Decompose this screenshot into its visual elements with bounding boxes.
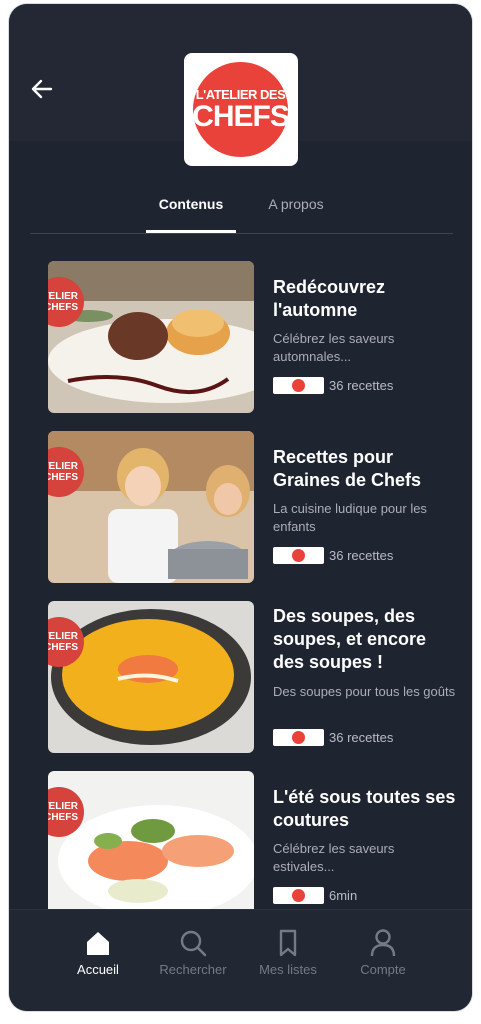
collection-image: ATELIER CHEFS xyxy=(48,771,254,914)
brand-mini-logo xyxy=(273,376,324,394)
collection-list: ATELIER CHEFS Redécouvrez l'automne Célé… xyxy=(9,259,472,914)
user-icon xyxy=(370,929,396,957)
recipe-count: 36 recettes xyxy=(329,377,394,393)
nav-compte[interactable]: Compte xyxy=(335,928,431,977)
nav-rechercher[interactable]: Rechercher xyxy=(145,928,241,977)
collection-image: ATELIER CHEFS xyxy=(48,431,254,583)
brand-logo-card: L'ATELIER DES CHEFS xyxy=(184,53,298,166)
tab-a-propos[interactable]: A propos xyxy=(256,190,336,233)
bookmark-icon xyxy=(279,929,297,957)
brand-logo-line2: CHEFS xyxy=(192,99,290,133)
back-button[interactable] xyxy=(29,76,55,102)
collection-card[interactable]: ATELIER CHEFS L'été sous toutes ses cout… xyxy=(48,771,458,914)
nav-mes-listes[interactable]: Mes listes xyxy=(240,928,336,977)
bottom-navigation: Accueil Rechercher Mes listes Compte xyxy=(9,909,472,1011)
collection-meta: 36 recettes xyxy=(273,546,393,564)
collection-meta: 36 recettes xyxy=(273,728,393,746)
brand-mini-logo xyxy=(273,886,324,904)
tab-contenus[interactable]: Contenus xyxy=(146,190,236,233)
collection-description: Des soupes pour tous les goûts xyxy=(273,684,456,699)
collection-title: Redécouvrez l'automne xyxy=(273,277,386,320)
collection-meta: 36 recettes xyxy=(273,376,393,394)
duration: 6min xyxy=(329,887,358,903)
recipe-count: 36 recettes xyxy=(329,729,394,745)
collection-description: Célébrez les saveurs estivales... xyxy=(273,841,395,874)
collection-description: Célébrez les saveurs automnales... xyxy=(273,331,395,364)
collection-card[interactable]: ATELIER CHEFS Des soupes, des soupes, et… xyxy=(48,601,458,753)
recipe-count: 36 recettes xyxy=(329,547,394,563)
brand-mini-logo xyxy=(273,728,324,746)
app-screen: L'ATELIER DES CHEFS Contenus A propos EL… xyxy=(9,4,472,1011)
collection-title: Des soupes, des soupes, et encore des so… xyxy=(273,606,427,672)
nav-accueil[interactable]: Accueil xyxy=(50,928,146,977)
search-icon xyxy=(180,930,207,957)
home-icon xyxy=(87,932,109,955)
collection-card[interactable]: ATELIER CHEFS Recettes pour Graines de C… xyxy=(48,431,458,583)
collection-meta: 6min xyxy=(273,886,357,904)
collection-image: ATELIER CHEFS xyxy=(48,261,254,413)
content-tabs: Contenus A propos xyxy=(30,190,453,234)
collection-title: L'été sous toutes ses coutures xyxy=(273,787,456,830)
arrow-left-icon xyxy=(31,79,53,99)
brand-logo: L'ATELIER DES CHEFS xyxy=(192,62,290,157)
collection-title: Recettes pour Graines de Chefs xyxy=(273,447,422,490)
brand-mini-logo xyxy=(273,546,324,564)
collection-card[interactable]: ATELIER CHEFS Redécouvrez l'automne Célé… xyxy=(48,261,458,413)
collection-image: ATELIER CHEFS xyxy=(48,601,254,753)
collection-description: La cuisine ludique pour les enfants xyxy=(273,501,427,534)
